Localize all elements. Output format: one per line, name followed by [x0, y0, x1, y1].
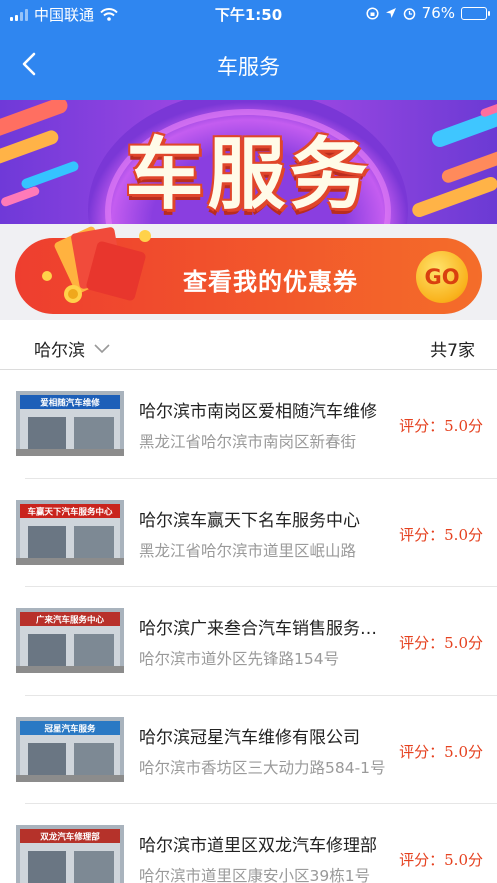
coupon-label: 查看我的优惠券	[183, 268, 358, 296]
svg-text:双龙汽车修理部: 双龙汽车修理部	[40, 832, 100, 843]
shop-address: 黑龙江省哈尔滨市道里区岷山路	[139, 541, 357, 560]
svg-text:爱相随汽车维修: 爱相随汽车维修	[40, 398, 100, 409]
shop-thumbnail: 爱相随汽车维修	[16, 391, 124, 456]
chevron-down-icon	[94, 343, 110, 353]
shop-count: 共7家	[430, 341, 475, 361]
alarm-icon	[403, 7, 415, 20]
nav-bar: 车服务	[0, 26, 497, 100]
shop-rating: 评分：5.0分	[399, 742, 483, 761]
svg-text:广来汽车服务中心: 广来汽车服务中心	[36, 615, 105, 626]
shop-list-item-2[interactable]: 车赢天下汽车服务中心 哈尔滨车赢天下名车服务中心 黑龙江省哈尔滨市道里区岷山路 …	[0, 479, 497, 587]
go-badge: GO	[416, 251, 468, 303]
shop-name: 哈尔滨冠星汽车维修有限公司	[139, 727, 360, 748]
status-right: 76%	[366, 4, 490, 22]
shop-list: 爱相随汽车维修 哈尔滨市南岗区爱相随汽车维修 黑龙江省哈尔滨市南岗区新春街 评分…	[0, 370, 497, 883]
location-arrow-icon	[385, 8, 396, 18]
filter-bar: 哈尔滨 共7家	[0, 320, 497, 370]
shop-address: 哈尔滨市香坊区三大动力路584-1号	[139, 758, 386, 777]
city-label: 哈尔滨	[34, 341, 85, 361]
banner-title: 车服务	[125, 130, 372, 220]
shop-rating: 评分：5.0分	[399, 417, 483, 435]
shop-thumbnail: 双龙汽车修理部	[16, 825, 124, 883]
shop-rating: 评分：5.0分	[399, 634, 483, 652]
shop-thumbnail: 车赢天下汽车服务中心	[16, 499, 124, 565]
shop-list-item-5[interactable]: 双龙汽车修理部 哈尔滨市道里区双龙汽车修理部 哈尔滨市道里区康安小区39栋1号 …	[0, 804, 497, 883]
shop-address: 哈尔滨市道外区先锋路154号	[139, 650, 340, 668]
shop-list-item-4[interactable]: 冠星汽车服务 哈尔滨冠星汽车维修有限公司 哈尔滨市香坊区三大动力路584-1号 …	[0, 696, 497, 804]
shop-name: 哈尔滨市南岗区爱相随汽车维修	[139, 402, 377, 422]
orientation-lock-icon	[366, 6, 379, 20]
page-title: 车服务	[217, 55, 280, 79]
shop-list-item-3[interactable]: 广来汽车服务中心 哈尔滨广来叁合汽车销售服务有限公司 哈尔滨市道外区先锋路154…	[0, 587, 497, 696]
shop-name: 哈尔滨广来叁合汽车销售服务有限公司	[139, 619, 381, 639]
car-service-banner: 车服务	[0, 100, 497, 224]
shop-name: 哈尔滨车赢天下名车服务中心	[139, 510, 360, 531]
shop-rating: 评分：5.0分	[399, 525, 483, 544]
svg-text:冠星汽车服务: 冠星汽车服务	[44, 723, 96, 734]
shop-name: 哈尔滨市道里区双龙汽车修理部	[139, 836, 377, 856]
shop-thumbnail: 广来汽车服务中心	[16, 608, 124, 673]
battery-icon	[461, 6, 490, 20]
status-bar: 中国联通 下午1:50 76%	[0, 0, 497, 26]
shop-address: 黑龙江省哈尔滨市南岗区新春街	[139, 433, 357, 451]
red-envelope-gift-icon	[42, 226, 151, 303]
shop-rating: 评分：5.0分	[399, 851, 483, 869]
shop-list-item-1[interactable]: 爱相随汽车维修 哈尔滨市南岗区爱相随汽车维修 黑龙江省哈尔滨市南岗区新春街 评分…	[0, 370, 497, 479]
city-selector[interactable]: 哈尔滨	[34, 336, 111, 361]
my-coupons-button[interactable]: 查看我的优惠券 GO	[15, 226, 482, 314]
shop-thumbnail: 冠星汽车服务	[16, 716, 124, 782]
battery-percent: 76%	[421, 4, 455, 22]
shop-address: 哈尔滨市道里区康安小区39栋1号	[139, 867, 371, 883]
svg-text:车赢天下汽车服务中心: 车赢天下汽车服务中心	[27, 506, 113, 517]
coupon-area: 查看我的优惠券 GO	[0, 224, 497, 320]
